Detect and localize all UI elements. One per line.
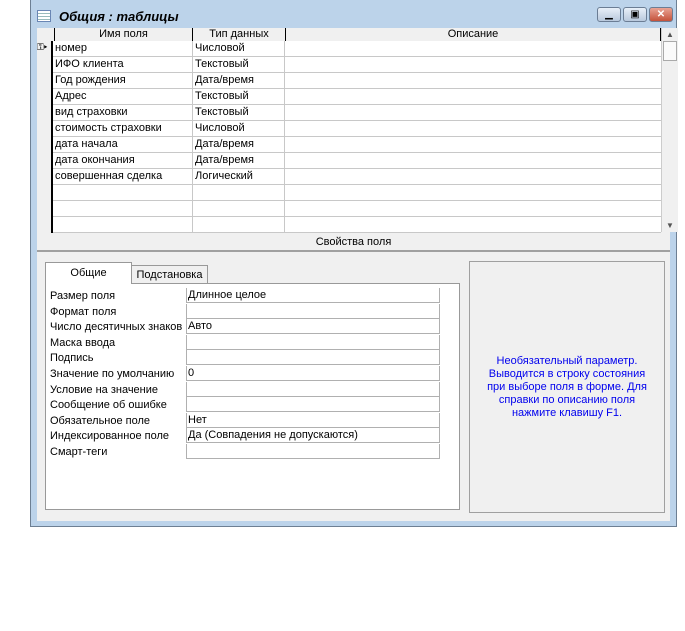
field-row[interactable]: ⚿▸ номер Числовой [37,41,661,57]
property-label: Значение по умолчанию [50,368,175,380]
field-row[interactable]: ИФО клиента Текстовый [37,57,661,73]
property-label: Индексированное поле [50,430,169,443]
property-value-input[interactable]: Нет [186,412,440,428]
field-row[interactable] [37,201,661,217]
vertical-scrollbar[interactable]: ▲ ▼ [661,28,678,232]
general-properties-panel: Размер поля Длинное целое Формат поля Число… [45,283,460,510]
row-selector[interactable] [37,217,53,233]
property-value-input[interactable] [186,381,440,397]
property-value-input[interactable]: 0 [186,366,440,381]
data-type-cell[interactable]: Дата/время [193,137,285,152]
field-name-cell[interactable]: дата начала [55,137,193,152]
field-row[interactable]: дата начала Дата/время [37,137,661,153]
property-label: Маска ввода [50,336,116,349]
data-type-cell[interactable]: Текстовый [193,89,285,104]
property-value-input[interactable] [186,303,440,319]
field-row[interactable]: совершенная сделка Логический [37,169,661,185]
property-label: Формат поля [50,305,117,318]
data-type-cell[interactable]: Текстовый [193,57,285,72]
divider [37,250,670,252]
property-value-input[interactable]: Да (Совпадения не допускаются) [186,428,440,444]
window-title: Общия : таблицы [59,8,179,24]
field-row[interactable] [37,217,661,233]
property-label: Смарт-теги [50,446,108,458]
header-data-type: Тип данных [193,28,286,41]
field-name-cell[interactable]: Адрес [55,89,193,104]
field-row[interactable]: дата окончания Дата/время [37,153,661,169]
row-selector[interactable] [37,153,53,169]
row-selector[interactable] [37,137,53,153]
data-type-cell[interactable]: Логический [193,169,285,184]
tab-general[interactable]: Общие [45,262,132,284]
data-type-cell[interactable]: Текстовый [193,105,285,120]
maximize-button[interactable]: ▣ [623,7,647,22]
property-label: Подпись [50,352,94,365]
field-row[interactable]: Год рождения Дата/время [37,73,661,89]
field-name-cell[interactable]: номер [55,41,193,56]
field-name-cell[interactable]: дата окончания [55,153,193,168]
property-value-input[interactable]: Длинное целое [186,288,440,303]
primary-key-icon: ⚿▸ [37,42,48,52]
help-text: Необязательный параметр. Выводится в стр… [469,261,665,513]
data-type-cell[interactable]: Числовой [193,121,285,136]
scroll-thumb[interactable] [663,41,677,61]
property-label: Условие на значение [50,383,159,396]
data-type-cell[interactable]: Дата/время [193,73,285,88]
field-name-cell[interactable]: совершенная сделка [55,169,193,184]
table-icon [37,10,51,22]
data-type-cell[interactable] [193,185,285,200]
property-value-input[interactable] [186,444,440,459]
field-row[interactable]: вид страховки Текстовый [37,105,661,121]
field-name-cell[interactable]: вид страховки [55,105,193,120]
field-row[interactable]: Адрес Текстовый [37,89,661,105]
close-button[interactable]: ✕ [649,7,673,22]
data-type-cell[interactable]: Дата/время [193,153,285,168]
field-properties-title: Свойства поля [315,236,392,248]
property-value-input[interactable] [186,334,440,350]
data-type-cell[interactable] [193,201,285,216]
row-selector[interactable] [37,73,53,89]
row-selector[interactable] [37,201,53,217]
field-row[interactable]: стоимость страховки Числовой [37,121,661,137]
field-name-cell[interactable] [55,201,193,216]
data-type-cell[interactable] [193,217,285,232]
minimize-button[interactable]: ▁ [597,7,621,22]
field-row[interactable] [37,185,661,201]
header-field-name: Имя поля [55,28,193,41]
header-description: Описание [286,28,661,41]
data-type-cell[interactable]: Числовой [193,41,285,56]
scroll-down-icon[interactable]: ▼ [662,221,678,230]
row-selector[interactable] [37,105,53,121]
field-name-cell[interactable]: стоимость страховки [55,121,193,136]
property-label: Число десятичных знаков [50,321,183,334]
property-value-input[interactable] [186,350,440,366]
title-bar: Общия : таблицы [37,6,179,26]
row-selector[interactable]: ⚿▸ [37,41,53,57]
field-grid: Имя поля Тип данных Описание ⚿▸ номер Числ… [37,28,678,233]
property-label: Размер поля [50,290,116,302]
row-selector[interactable] [37,89,53,105]
header-selector [37,28,55,41]
property-label: Сообщение об ошибке [50,399,167,412]
field-name-cell[interactable] [55,217,193,232]
row-selector[interactable] [37,169,53,185]
row-selector[interactable] [37,57,53,73]
property-value-input[interactable] [186,397,440,413]
row-selector[interactable] [37,121,53,137]
field-name-cell[interactable] [55,185,193,200]
scroll-up-icon[interactable]: ▲ [662,30,678,39]
tab-lookup[interactable]: Подстановка [131,265,208,284]
property-label: Обязательное поле [50,414,151,427]
field-name-cell[interactable]: Год рождения [55,73,193,88]
field-name-cell[interactable]: ИФО клиента [55,57,193,72]
table-design-window: Общия : таблицы ▁ ▣ ✕ Имя поля Тип данны… [30,0,678,527]
row-selector[interactable] [37,185,53,201]
property-value-input[interactable]: Авто [186,319,440,335]
